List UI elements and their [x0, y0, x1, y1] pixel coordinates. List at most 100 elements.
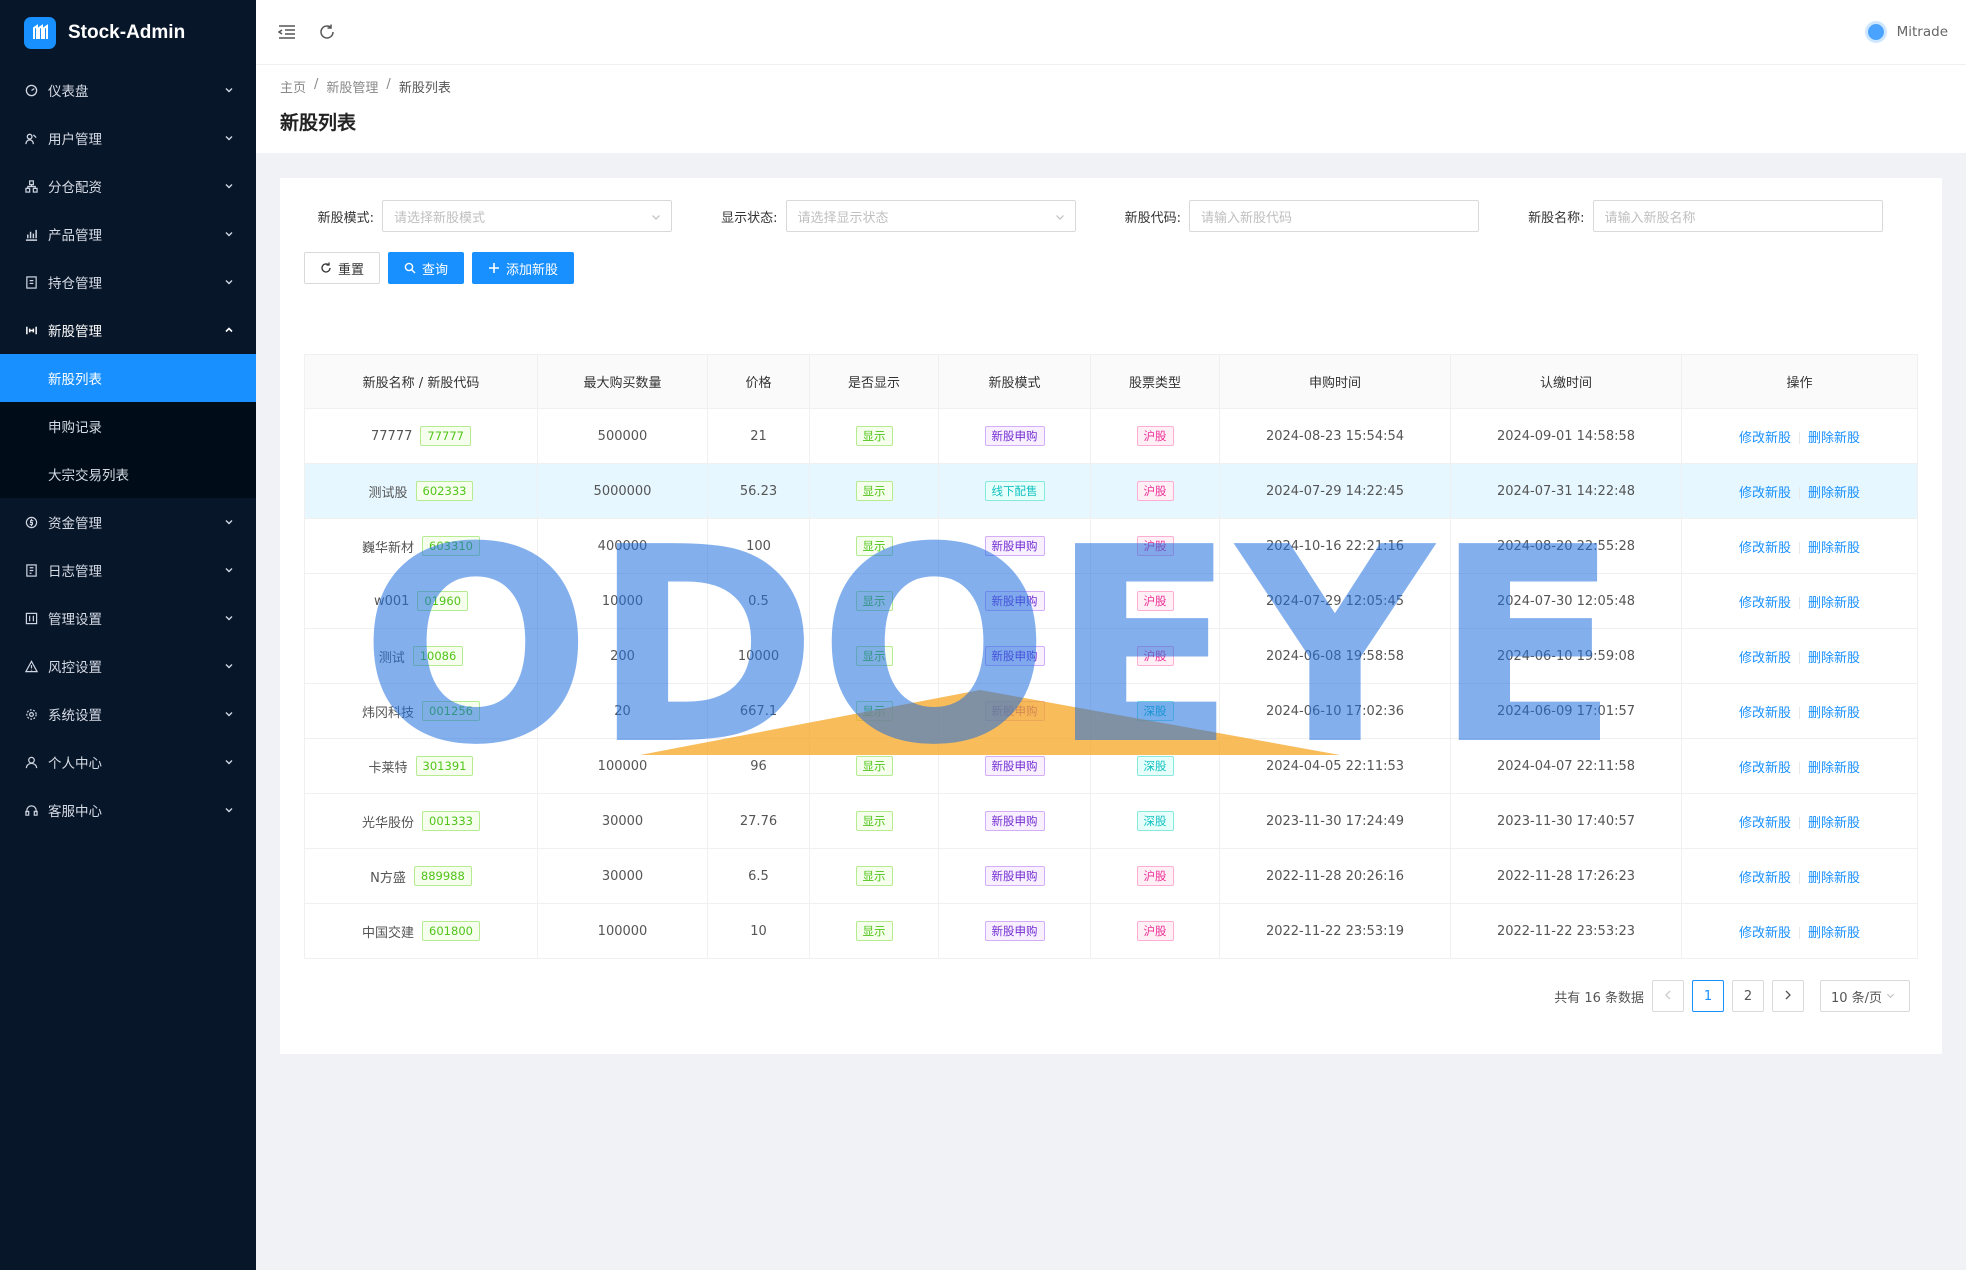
actions-cell: 修改新股 删除新股 — [1681, 463, 1918, 519]
sidebar-item-label: 系统设置 — [48, 708, 102, 724]
display-cell: 显示 — [809, 628, 939, 684]
display-tag: 显示 — [855, 756, 893, 776]
stock-code-tag: 77777 — [420, 426, 471, 446]
stock-code-tag: 10086 — [412, 646, 464, 666]
user-menu[interactable]: Mitrade — [1864, 21, 1948, 43]
apply-time-cell: 2024-07-29 14:22:45 — [1219, 463, 1451, 519]
display-select[interactable]: 请选择显示状态 — [785, 200, 1076, 232]
sidebar-item-support[interactable]: 客服中心 — [0, 786, 256, 834]
delete-ipo-link[interactable]: 删除新股 — [1808, 761, 1860, 776]
main-area: Mitrade 主页 / 新股管理 / 新股列表 新股列表 新股模式: 请选择新股模… — [256, 0, 1966, 1270]
delete-ipo-link[interactable]: 删除新股 — [1808, 871, 1860, 886]
input-placeholder: 请输入新股代码 — [1201, 210, 1293, 226]
price-cell: 100 — [707, 518, 810, 574]
edit-ipo-link[interactable]: 修改新股 — [1739, 761, 1791, 776]
edit-ipo-link[interactable]: 修改新股 — [1739, 541, 1791, 556]
apply-time-cell: 2022-11-28 20:26:16 — [1219, 848, 1451, 904]
price-cell: 0.5 — [707, 573, 810, 629]
sidebar-item-funds[interactable]: 资金管理 — [0, 498, 256, 546]
query-button[interactable]: 查询 — [388, 252, 465, 284]
edit-ipo-link[interactable]: 修改新股 — [1739, 431, 1791, 446]
mode-tag: 新股申购 — [984, 426, 1045, 446]
name-cell: 炜冈科技 001256 — [304, 683, 538, 739]
type-cell: 沪股 — [1090, 848, 1220, 904]
display-cell: 显示 — [809, 518, 939, 574]
pay-time-cell: 2024-07-30 12:05:48 — [1450, 573, 1682, 629]
delete-ipo-link[interactable]: 删除新股 — [1808, 486, 1860, 501]
edit-ipo-link[interactable]: 修改新股 — [1739, 596, 1791, 611]
edit-ipo-link[interactable]: 修改新股 — [1739, 706, 1791, 721]
delete-ipo-link[interactable]: 删除新股 — [1808, 926, 1860, 941]
edit-ipo-link[interactable]: 修改新股 — [1739, 651, 1791, 666]
sidebar-item-system-settings[interactable]: 系统设置 — [0, 690, 256, 738]
sidebar-item-risk-settings[interactable]: 风控设置 — [0, 642, 256, 690]
price-cell: 10000 — [707, 628, 810, 684]
sidebar-item-subscription-records[interactable]: 申购记录 — [0, 402, 256, 450]
delete-ipo-link[interactable]: 删除新股 — [1808, 431, 1860, 446]
sidebar-item-logs[interactable]: 日志管理 — [0, 546, 256, 594]
prev-page-button[interactable] — [1652, 980, 1684, 1012]
code-input[interactable]: 请输入新股代码 — [1189, 200, 1479, 232]
type-cell: 沪股 — [1090, 903, 1220, 959]
sidebar-item-block-trades[interactable]: 大宗交易列表 — [0, 450, 256, 498]
menu-fold-icon[interactable] — [276, 21, 298, 43]
display-tag: 显示 — [855, 701, 893, 721]
pay-time-cell: 2024-06-10 19:59:08 — [1450, 628, 1682, 684]
logo[interactable]: Stock-Admin — [0, 0, 256, 66]
next-page-button[interactable] — [1772, 980, 1804, 1012]
apply-time-cell: 2023-11-30 17:24:49 — [1219, 793, 1451, 849]
top-bar: Mitrade — [256, 0, 1966, 65]
user-name: Mitrade — [1896, 24, 1948, 40]
sidebar-item-profile[interactable]: 个人中心 — [0, 738, 256, 786]
sidebar-item-admin-settings[interactable]: 管理设置 — [0, 594, 256, 642]
reset-button[interactable]: 重置 — [304, 252, 381, 284]
chevron-down-icon — [224, 805, 234, 815]
sidebar-item-ipo-list[interactable]: 新股列表 — [0, 354, 256, 402]
edit-ipo-link[interactable]: 修改新股 — [1739, 816, 1791, 831]
type-cell: 沪股 — [1090, 628, 1220, 684]
apply-time-cell: 2024-10-16 22:21:16 — [1219, 518, 1451, 574]
page-header: 主页 / 新股管理 / 新股列表 新股列表 — [256, 65, 1966, 153]
chevron-down-icon — [224, 181, 234, 191]
delete-ipo-link[interactable]: 删除新股 — [1808, 706, 1860, 721]
sidebar-item-users[interactable]: 用户管理 — [0, 114, 256, 162]
stock-type-tag: 沪股 — [1136, 646, 1174, 666]
sidebar-item-label: 日志管理 — [48, 564, 102, 580]
sidebar-item-ipo[interactable]: 新股管理 — [0, 306, 256, 354]
breadcrumb-home[interactable]: 主页 — [280, 77, 306, 96]
sidebar-item-label: 持仓管理 — [48, 276, 102, 292]
delete-ipo-link[interactable]: 删除新股 — [1808, 651, 1860, 666]
mode-tag: 新股申购 — [984, 921, 1045, 941]
page-size-select[interactable]: 10 条/页 — [1820, 980, 1910, 1012]
edit-ipo-link[interactable]: 修改新股 — [1739, 486, 1791, 501]
chevron-down-icon — [224, 229, 234, 239]
sidebar-item-dashboard[interactable]: 仪表盘 — [0, 66, 256, 114]
mode-select[interactable]: 请选择新股模式 — [382, 200, 672, 232]
delete-ipo-link[interactable]: 删除新股 — [1808, 816, 1860, 831]
sidebar-submenu: 新股列表 申购记录 大宗交易列表 — [0, 354, 256, 498]
mode-cell: 新股申购 — [938, 408, 1091, 464]
content-card: 新股模式: 请选择新股模式 显示状态: 请选择显示状态 新股代码: 请输入新股代… — [280, 178, 1942, 1054]
display-tag: 显示 — [855, 426, 893, 446]
delete-ipo-link[interactable]: 删除新股 — [1808, 541, 1860, 556]
column-header: 新股名称 / 新股代码 — [304, 354, 538, 409]
sidebar-item-positions[interactable]: 持仓管理 — [0, 258, 256, 306]
sidebar-menu: 仪表盘 用户管理 分仓配资 产品管理 持仓管理 新股管理 新股列表 申购记录 大… — [0, 66, 256, 834]
delete-ipo-link[interactable]: 删除新股 — [1808, 596, 1860, 611]
chevron-up-icon — [224, 325, 234, 335]
refresh-icon[interactable] — [316, 21, 338, 43]
stock-name: N方盛 — [370, 870, 406, 886]
max-quantity-cell: 100000 — [537, 738, 708, 794]
page-2-button[interactable]: 2 — [1732, 980, 1764, 1012]
display-cell: 显示 — [809, 903, 939, 959]
name-input[interactable]: 请输入新股名称 — [1592, 200, 1883, 232]
name-cell: 77777 77777 — [304, 408, 538, 464]
sidebar-item-allocation[interactable]: 分仓配资 — [0, 162, 256, 210]
edit-ipo-link[interactable]: 修改新股 — [1739, 926, 1791, 941]
stock-name: 测试 — [378, 650, 405, 666]
breadcrumb-ipo-management[interactable]: 新股管理 — [326, 77, 378, 96]
add-ipo-button[interactable]: 添加新股 — [472, 252, 575, 284]
edit-ipo-link[interactable]: 修改新股 — [1739, 871, 1791, 886]
page-1-button[interactable]: 1 — [1692, 980, 1724, 1012]
sidebar-item-products[interactable]: 产品管理 — [0, 210, 256, 258]
